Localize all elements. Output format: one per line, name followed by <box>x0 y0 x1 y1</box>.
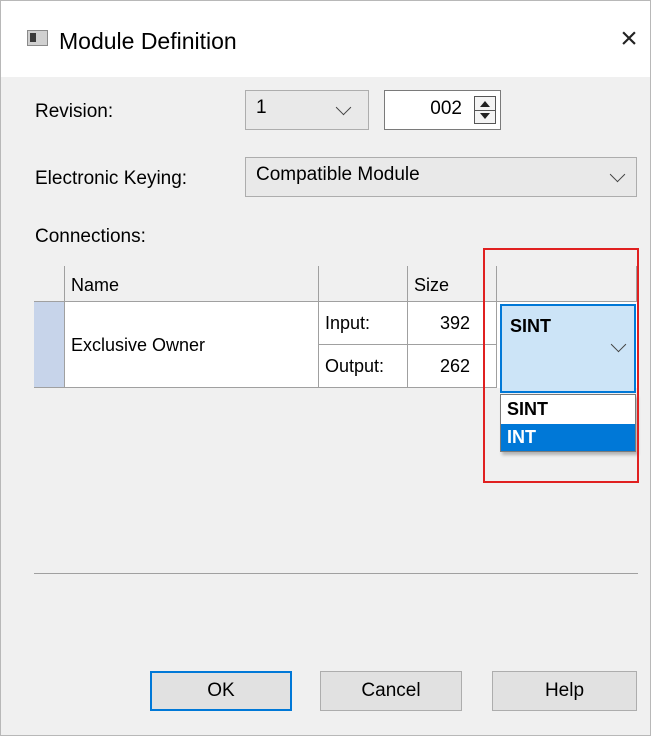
help-button[interactable]: Help <box>492 671 637 711</box>
spinner-up-icon[interactable] <box>480 101 490 107</box>
module-definition-dialog: Module Definition × Revision: 1 002 Elec… <box>0 0 651 736</box>
close-icon[interactable]: × <box>613 23 645 55</box>
dialog-title: Module Definition <box>59 28 237 54</box>
chevron-down-icon <box>609 166 626 183</box>
output-label-cell: Output: <box>319 345 408 388</box>
revision-minor-value: 002 <box>430 98 462 119</box>
electronic-keying-value: Compatible Module <box>256 164 420 185</box>
output-size: 262 <box>440 356 471 376</box>
spinner-down-icon[interactable] <box>480 113 490 119</box>
window-icon <box>27 30 48 46</box>
revision-major-select[interactable]: 1 <box>245 90 369 130</box>
title-bar: Module Definition × <box>1 1 650 77</box>
row-selector[interactable] <box>34 302 65 388</box>
annotation-highlight-box <box>483 248 639 483</box>
input-label-cell: Input: <box>319 302 408 345</box>
connection-name-cell[interactable]: Exclusive Owner <box>65 302 319 388</box>
electronic-keying-select[interactable]: Compatible Module <box>245 157 637 197</box>
name-column-header[interactable]: Name <box>65 266 319 302</box>
input-size: 392 <box>440 313 471 333</box>
revision-minor-spinner[interactable]: 002 <box>384 90 501 130</box>
name-header-text: Name <box>71 275 120 295</box>
output-label: Output: <box>325 356 385 376</box>
cancel-button[interactable]: Cancel <box>320 671 462 711</box>
type-column-header[interactable] <box>319 266 408 302</box>
separator-line <box>34 573 638 574</box>
revision-label: Revision: <box>35 101 114 122</box>
input-label: Input: <box>325 313 371 333</box>
chevron-down-icon <box>335 99 352 116</box>
ok-button[interactable]: OK <box>150 671 292 711</box>
spinner-buttons[interactable] <box>474 96 496 124</box>
grid-corner-header <box>34 266 65 302</box>
connections-label: Connections: <box>35 226 146 247</box>
size-header-text: Size <box>414 275 450 295</box>
connection-name: Exclusive Owner <box>71 335 206 355</box>
electronic-keying-label: Electronic Keying: <box>35 168 188 189</box>
revision-major-value: 1 <box>256 97 267 118</box>
